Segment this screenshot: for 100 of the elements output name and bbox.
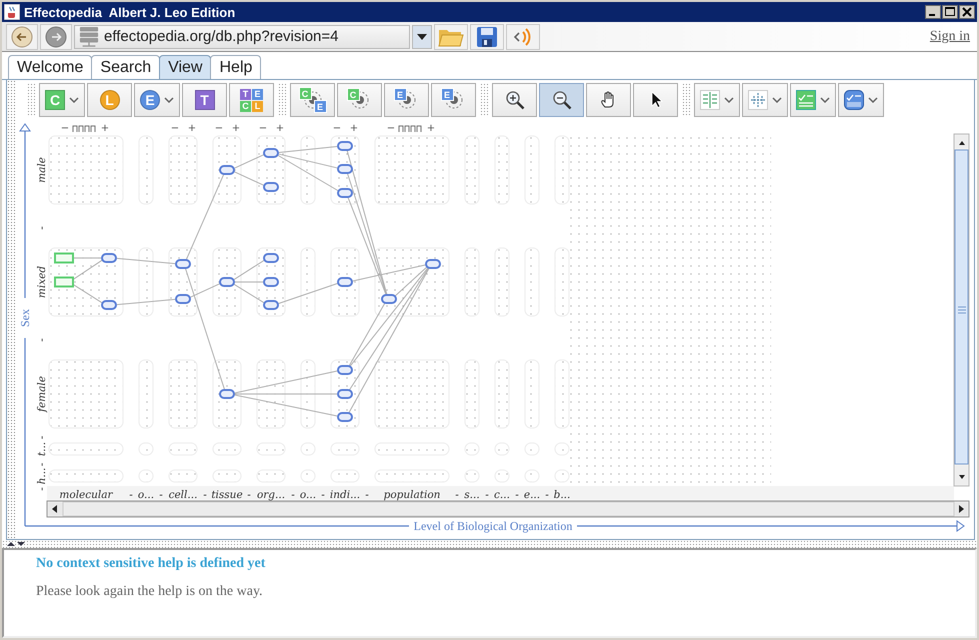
event-node[interactable] bbox=[175, 294, 191, 304]
expand-button[interactable]: + bbox=[276, 123, 284, 134]
grid-cell bbox=[168, 136, 198, 204]
row-separator: - bbox=[36, 338, 48, 342]
event-node[interactable] bbox=[337, 412, 353, 422]
letter-tile-icon: E bbox=[252, 88, 263, 100]
letter-tile-icon: E bbox=[394, 88, 406, 101]
event-node[interactable] bbox=[263, 300, 279, 310]
url-field[interactable]: effectopedia.org/db.php?revision=4 bbox=[74, 24, 410, 48]
grid-cell bbox=[524, 442, 540, 456]
letter-tile-icon: L bbox=[252, 100, 263, 112]
letter-circle-icon: L bbox=[100, 90, 120, 110]
event-node[interactable] bbox=[337, 365, 353, 375]
letter-tile-icon: E bbox=[440, 88, 454, 101]
collapse-button[interactable]: − bbox=[386, 123, 396, 134]
sign-in-link[interactable]: Sign in bbox=[930, 28, 970, 44]
chemical-node[interactable] bbox=[54, 252, 74, 264]
forward-button[interactable] bbox=[40, 24, 72, 50]
event-node[interactable] bbox=[263, 253, 279, 263]
event-node[interactable] bbox=[101, 253, 117, 263]
column-label: e... bbox=[524, 489, 540, 501]
toolbar-button[interactable] bbox=[586, 83, 631, 117]
event-node[interactable] bbox=[263, 182, 279, 192]
grid-cell bbox=[554, 442, 570, 456]
column-separator: - bbox=[247, 489, 251, 501]
save-button[interactable] bbox=[470, 24, 504, 50]
toolbar-button[interactable] bbox=[838, 83, 884, 117]
help-title: No context sensitive help is defined yet bbox=[36, 556, 266, 572]
event-node[interactable] bbox=[263, 148, 279, 158]
minimize-icon[interactable] bbox=[925, 5, 941, 19]
axis-title: Level of Biological Organization bbox=[414, 519, 572, 533]
event-node[interactable] bbox=[337, 188, 353, 198]
tab[interactable]: View bbox=[159, 55, 212, 79]
grid-cell bbox=[138, 442, 154, 456]
maximize-icon[interactable] bbox=[942, 5, 958, 19]
event-node[interactable] bbox=[175, 259, 191, 269]
event-node[interactable] bbox=[337, 277, 353, 287]
grid-cell bbox=[212, 442, 242, 456]
grid-cell bbox=[256, 470, 286, 482]
event-node[interactable] bbox=[337, 141, 353, 151]
collapse-button[interactable]: − bbox=[60, 123, 70, 134]
event-node[interactable] bbox=[219, 277, 235, 287]
toolbar-button[interactable] bbox=[539, 83, 584, 117]
horizontal-scrollbar[interactable] bbox=[46, 500, 970, 518]
expand-button[interactable]: + bbox=[188, 123, 196, 134]
expand-button[interactable]: + bbox=[232, 123, 240, 134]
toolbar-grip bbox=[27, 83, 35, 117]
toolbar-button[interactable] bbox=[633, 83, 678, 117]
grid-cell bbox=[212, 470, 242, 482]
expand-button[interactable]: + bbox=[426, 123, 436, 134]
chemical-node[interactable] bbox=[54, 276, 74, 288]
connector-line bbox=[72, 284, 102, 304]
letter-square-icon: T bbox=[194, 90, 214, 110]
tab[interactable]: Help bbox=[210, 55, 262, 79]
grid-cell bbox=[524, 248, 540, 316]
tab[interactable]: Welcome bbox=[8, 55, 92, 79]
row-separator: - bbox=[36, 487, 48, 491]
grid-cell bbox=[256, 360, 286, 428]
collapse-arrows-icon[interactable] bbox=[6, 541, 26, 547]
event-node[interactable] bbox=[381, 294, 397, 304]
toolbar-grip bbox=[278, 83, 286, 117]
grid-cell bbox=[554, 248, 570, 316]
row-label: female bbox=[36, 376, 48, 412]
expand-button[interactable]: + bbox=[350, 123, 358, 134]
vertical-scrollbar[interactable] bbox=[954, 134, 970, 486]
expand-button[interactable]: + bbox=[100, 123, 110, 134]
event-node[interactable] bbox=[101, 300, 117, 310]
event-node[interactable] bbox=[337, 389, 353, 399]
grid-cell bbox=[168, 470, 198, 482]
connector-line bbox=[234, 171, 264, 186]
column-label: b... bbox=[554, 489, 570, 501]
grid-cell bbox=[524, 470, 540, 482]
row-separator: - bbox=[36, 436, 48, 440]
event-node[interactable] bbox=[219, 165, 235, 175]
grid-cell bbox=[494, 136, 510, 204]
column-label: indi... bbox=[330, 489, 360, 501]
row-label: t... bbox=[36, 442, 48, 456]
column-separator: - bbox=[321, 489, 325, 501]
toolbar-button[interactable]: T E C L bbox=[229, 83, 274, 117]
back-button[interactable] bbox=[6, 24, 38, 50]
zoom-in-icon bbox=[504, 90, 524, 110]
event-node[interactable] bbox=[337, 164, 353, 174]
toolbar-button[interactable] bbox=[492, 83, 537, 117]
column-separator: - bbox=[203, 489, 207, 501]
column-separator: - bbox=[515, 489, 519, 501]
url-dropdown-button[interactable] bbox=[412, 24, 432, 48]
grid-cell bbox=[168, 442, 198, 456]
event-node[interactable] bbox=[263, 277, 279, 287]
close-icon[interactable] bbox=[959, 5, 975, 19]
collapse-button[interactable]: − bbox=[332, 123, 342, 134]
event-node[interactable] bbox=[425, 259, 441, 269]
letter-circle-icon: E bbox=[140, 90, 160, 110]
collapse-button[interactable]: − bbox=[258, 123, 268, 134]
grid-cell bbox=[138, 470, 154, 482]
event-node[interactable] bbox=[219, 389, 235, 399]
toolbar-button[interactable]: T bbox=[182, 83, 227, 117]
collapse-button[interactable]: − bbox=[170, 123, 180, 134]
grid-cell bbox=[330, 470, 360, 482]
collapse-button[interactable]: − bbox=[214, 123, 224, 134]
column-separator: - bbox=[455, 489, 459, 501]
